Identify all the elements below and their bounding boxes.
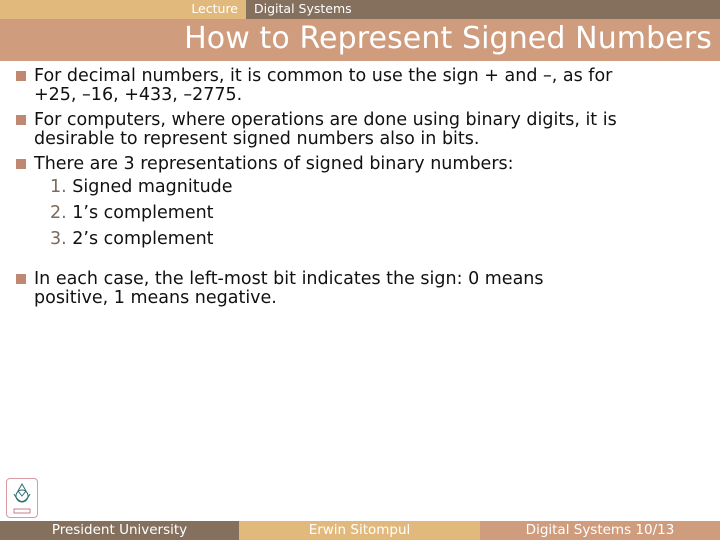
bullet-item: There are 3 representations of signed bi… — [14, 155, 714, 174]
slide-content: For decimal numbers, it is common to use… — [14, 67, 714, 314]
bullet-text: +25, –16, +433, –2775. — [34, 85, 243, 105]
bullet-text: There are 3 representations of signed bi… — [34, 154, 514, 174]
bullet-square-icon — [16, 115, 26, 125]
bullet-square-icon — [16, 274, 26, 284]
course-label: Digital Systems — [254, 1, 352, 16]
bullet-text: In each case, the left-most bit indicate… — [34, 269, 544, 289]
footer-page: Digital Systems 10/13 — [480, 521, 720, 540]
bullet-item: In each case, the left-most bit indicate… — [14, 270, 714, 308]
list-number: 3. — [50, 229, 67, 249]
bullet-text: positive, 1 means negative. — [34, 288, 277, 308]
top-bar: Lecture Digital Systems — [0, 0, 720, 19]
lecture-label: Lecture — [191, 1, 238, 16]
list-text: 1’s complement — [72, 203, 214, 223]
bullet-item: For decimal numbers, it is common to use… — [14, 67, 714, 105]
bullet-text: For decimal numbers, it is common to use… — [34, 66, 613, 86]
bullet-square-icon — [16, 159, 26, 169]
list-text: Signed magnitude — [72, 177, 233, 197]
bullet-item: For computers, where operations are done… — [14, 111, 714, 149]
course-tab: Digital Systems — [246, 0, 720, 19]
title-bar: How to Represent Signed Numbers — [0, 19, 720, 61]
list-number: 1. — [50, 177, 67, 197]
bullet-square-icon — [16, 71, 26, 81]
list-item: 2. 1’s complement — [50, 200, 714, 226]
slide-title: How to Represent Signed Numbers — [184, 21, 712, 56]
numbered-list: 1. Signed magnitude 2. 1’s complement 3.… — [14, 174, 714, 252]
list-item: 1. Signed magnitude — [50, 174, 714, 200]
list-number: 2. — [50, 203, 67, 223]
bullet-text: For computers, where operations are done… — [34, 110, 617, 130]
footer-university: President University — [0, 521, 239, 540]
lecture-tab: Lecture — [0, 0, 246, 19]
list-item: 3. 2’s complement — [50, 226, 714, 252]
list-text: 2’s complement — [72, 229, 214, 249]
bullet-text: desirable to represent signed numbers al… — [34, 129, 480, 149]
university-logo-icon — [6, 478, 38, 518]
footer-bar: President University Erwin Sitompul Digi… — [0, 521, 720, 540]
footer-author: Erwin Sitompul — [239, 521, 480, 540]
